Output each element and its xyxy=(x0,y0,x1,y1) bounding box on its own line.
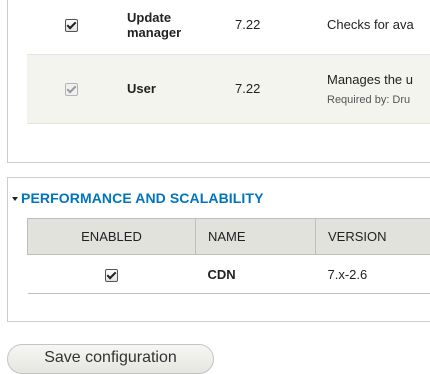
enabled-cell xyxy=(28,255,196,294)
module-version: 7.22 xyxy=(223,0,315,54)
module-description: Manages the u Required by: Dru xyxy=(315,54,430,123)
enabled-cell xyxy=(27,54,115,123)
module-name: CDN xyxy=(196,255,316,294)
triangle-down-icon xyxy=(12,197,18,201)
performance-title: PERFORMANCE AND SCALABILITY xyxy=(21,190,264,206)
required-by-text: Required by: Dru xyxy=(327,94,430,106)
core-modules-fieldset: Update manager 7.22 Checks for ava User … xyxy=(7,0,430,163)
performance-modules-table: ENABLED NAME VERSION CDN 7.x-2.6 xyxy=(27,218,430,294)
module-version: 7.x-2.6 xyxy=(316,255,430,294)
core-modules-table: Update manager 7.22 Checks for ava User … xyxy=(27,0,430,124)
column-header-name: NAME xyxy=(196,219,316,255)
cdn-checkbox[interactable] xyxy=(105,269,118,282)
table-header-row: ENABLED NAME VERSION xyxy=(28,219,430,255)
update-manager-checkbox[interactable] xyxy=(65,19,78,32)
performance-fieldset: PERFORMANCE AND SCALABILITY ENABLED NAME… xyxy=(7,177,430,322)
module-description: Checks for ava xyxy=(315,0,430,54)
enabled-cell xyxy=(27,0,115,54)
module-version: 7.22 xyxy=(223,54,315,123)
table-row: User 7.22 Manages the u Required by: Dru xyxy=(27,54,430,123)
user-checkbox xyxy=(65,83,78,96)
save-configuration-button[interactable]: Save configuration xyxy=(7,344,214,374)
table-row: CDN 7.x-2.6 xyxy=(28,255,430,294)
module-name: User xyxy=(115,54,223,123)
table-row: Update manager 7.22 Checks for ava xyxy=(27,0,430,54)
column-header-enabled: ENABLED xyxy=(28,219,196,255)
performance-legend[interactable]: PERFORMANCE AND SCALABILITY xyxy=(12,190,267,206)
column-header-version: VERSION xyxy=(316,219,430,255)
module-name: Update manager xyxy=(115,0,223,54)
module-name-line2: manager xyxy=(127,25,223,40)
module-description-text: Manages the u xyxy=(327,72,430,87)
module-description-text: Checks for ava xyxy=(327,17,430,32)
module-name-line1: Update xyxy=(127,10,223,25)
